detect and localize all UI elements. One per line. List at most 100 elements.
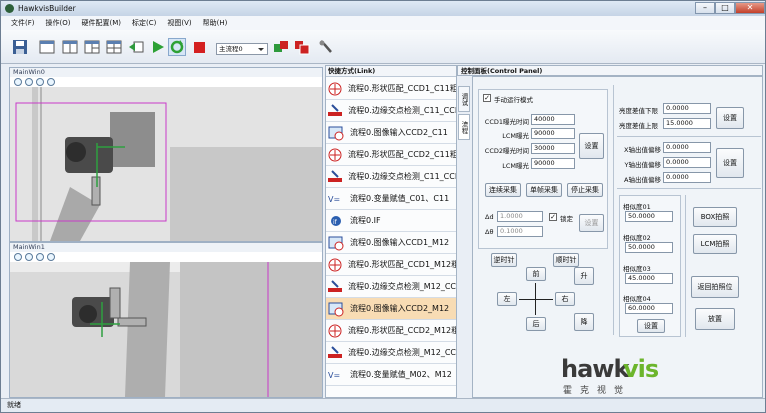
delta-theta-input[interactable]: 0.1000 [497, 226, 543, 237]
shortcut-item[interactable]: 流程0.形状匹配_CCD1_M12粗定位 [326, 254, 456, 276]
view-title: MainWin0 [10, 68, 322, 77]
menu-view[interactable]: 视图(V) [167, 18, 191, 28]
lcm1-exposure-input[interactable]: 90000 [531, 128, 575, 139]
move-down-button[interactable]: 降 [574, 313, 594, 331]
manual-mode-checkbox[interactable]: ✓ [483, 94, 491, 102]
delta-set-button[interactable]: 设置 [579, 214, 604, 232]
tab-flow[interactable]: 流程 [458, 114, 470, 140]
shortcut-label: 流程0.形状匹配_CCD1_C11粗定位 [348, 84, 456, 93]
shortcut-item[interactable]: V= 流程0.变量赋值_M02、M12 [326, 364, 456, 386]
menu-calibrate[interactable]: 标定(C) [132, 18, 156, 28]
stop-icon[interactable] [190, 38, 208, 56]
menu-help[interactable]: 帮助(H) [203, 18, 228, 28]
similarity-01-input[interactable]: 50.0000 [625, 211, 673, 222]
similarity-label: 相似度04 [623, 295, 651, 303]
save-icon[interactable] [11, 38, 29, 56]
tools-icon[interactable] [317, 38, 335, 56]
shortcut-item[interactable]: 流程0.边缘交点检测_M12_CCD1 [326, 276, 456, 298]
rotate-ccw-button[interactable]: 逆时针 [491, 253, 517, 267]
similarity-set-button[interactable]: 设置 [637, 319, 665, 333]
move-forward-button[interactable]: 前 [526, 267, 546, 281]
similarity-02-input[interactable]: 50.0000 [625, 242, 673, 253]
zoom-reset-icon[interactable] [47, 78, 55, 86]
layout-double-icon[interactable] [61, 38, 79, 56]
y-offset-input[interactable]: 0.0000 [663, 157, 711, 168]
brightness-set-button[interactable]: 设置 [716, 107, 744, 129]
ccd2-exposure-input[interactable]: 30000 [531, 143, 575, 154]
camera-image[interactable] [10, 262, 322, 397]
layout-quad-icon[interactable] [105, 38, 123, 56]
return-photo-position-button[interactable]: 返回拍照位 [691, 276, 739, 298]
move-right-button[interactable]: 右 [555, 292, 575, 306]
lock-label: 锁定 [560, 215, 573, 223]
zoom-reset-icon[interactable] [47, 253, 55, 261]
shortcut-label: 流程0.图像输入CCD1_M12 [350, 238, 450, 247]
similarity-label: 相似度02 [623, 234, 651, 242]
layout-triple-icon[interactable] [83, 38, 101, 56]
zoom-in-icon[interactable] [14, 253, 22, 261]
flow-select[interactable]: 主流程0 [216, 43, 268, 55]
stop-capture-button[interactable]: 停止采集 [567, 183, 603, 197]
delta-theta-label: Δθ [485, 228, 494, 236]
shortcut-label: 流程0.变量赋值_M02、M12 [350, 370, 452, 379]
zoom-in-icon[interactable] [14, 78, 22, 86]
move-up-button[interactable]: 升 [574, 267, 594, 285]
lock-checkbox[interactable]: ✓ [549, 213, 557, 221]
brightness-high-input[interactable]: 15.0000 [663, 118, 711, 129]
camera-image[interactable] [10, 87, 322, 241]
import-icon[interactable] [127, 38, 145, 56]
shortcut-item[interactable]: if 流程0.IF [326, 210, 456, 232]
shortcut-item[interactable]: 流程0.形状匹配_CCD2_C11粗定位 [326, 144, 456, 166]
shortcut-item[interactable]: 流程0.边缘交点检测_C11_CCD1 [326, 100, 456, 122]
single-capture-button[interactable]: 单帧采集 [526, 183, 562, 197]
similarity-03-input[interactable]: 45.0000 [625, 273, 673, 284]
layout-single-icon[interactable] [38, 38, 56, 56]
edge-intersection-icon [326, 343, 344, 363]
maximize-button[interactable]: □ [715, 2, 735, 14]
flow-copy-icon[interactable] [293, 38, 311, 56]
move-left-button[interactable]: 左 [497, 292, 517, 306]
shortcut-item[interactable]: 流程0.图像输入CCD1_M12 [326, 232, 456, 254]
x-offset-label: X轴出值偏移 [624, 146, 661, 154]
shortcut-item[interactable]: 流程0.形状匹配_CCD1_C11粗定位 [326, 78, 456, 100]
loop-run-icon[interactable] [168, 38, 186, 56]
offset-set-button[interactable]: 设置 [716, 148, 744, 178]
exposure-set-button[interactable]: 设置 [579, 133, 604, 159]
similarity-label: 相似度01 [623, 203, 651, 211]
place-button[interactable]: 放置 [695, 308, 735, 330]
shortcut-item[interactable]: 流程0.形状匹配_CCD2_M12粗定位 [326, 320, 456, 342]
lcm2-exposure-input[interactable]: 90000 [531, 158, 575, 169]
shape-match-icon [326, 255, 344, 275]
lcm-photo-button[interactable]: LCM拍照 [693, 234, 737, 254]
rotate-cw-button[interactable]: 顺时针 [553, 253, 579, 267]
zoom-out-icon[interactable] [25, 78, 33, 86]
a-offset-input[interactable]: 0.0000 [663, 172, 711, 183]
shortcut-item-selected[interactable]: 流程0.图像输入CCD2_M12 [326, 298, 456, 320]
menu-hardware[interactable]: 硬件配置(M) [81, 18, 121, 28]
zoom-fit-icon[interactable] [36, 78, 44, 86]
continuous-capture-button[interactable]: 连续采集 [485, 183, 521, 197]
brightness-low-input[interactable]: 0.0000 [663, 103, 711, 114]
menu-operate[interactable]: 操作(O) [46, 18, 71, 28]
hawkvis-logo: hawk vis 霍克视觉 [561, 349, 661, 397]
zoom-out-icon[interactable] [25, 253, 33, 261]
move-back-button[interactable]: 后 [526, 317, 546, 331]
close-button[interactable]: ✕ [735, 2, 765, 14]
flow-add-icon[interactable] [272, 38, 290, 56]
column-divider [685, 195, 686, 337]
tab-debug[interactable]: 调试 [458, 86, 470, 112]
minimize-button[interactable]: – [695, 2, 715, 14]
shortcut-item[interactable]: V= 流程0.变量赋值_C01、C11 [326, 188, 456, 210]
zoom-fit-icon[interactable] [36, 253, 44, 261]
box-photo-button[interactable]: BOX拍照 [693, 207, 737, 227]
ccd1-exposure-input[interactable]: 40000 [531, 114, 575, 125]
similarity-04-input[interactable]: 60.0000 [625, 303, 673, 314]
x-offset-input[interactable]: 0.0000 [663, 142, 711, 153]
shortcut-item[interactable]: 流程0.边缘交点检测_C11_CCD2 [326, 166, 456, 188]
zoom-toolbar [10, 252, 322, 262]
shortcut-item[interactable]: 流程0.图像输入CCD2_C11 [326, 122, 456, 144]
shortcut-item[interactable]: 流程0.边缘交点检测_M12_CCD2 [326, 342, 456, 364]
delta-d-input[interactable]: 1.0000 [497, 211, 543, 222]
run-icon[interactable] [149, 38, 167, 56]
menu-file[interactable]: 文件(F) [11, 18, 35, 28]
